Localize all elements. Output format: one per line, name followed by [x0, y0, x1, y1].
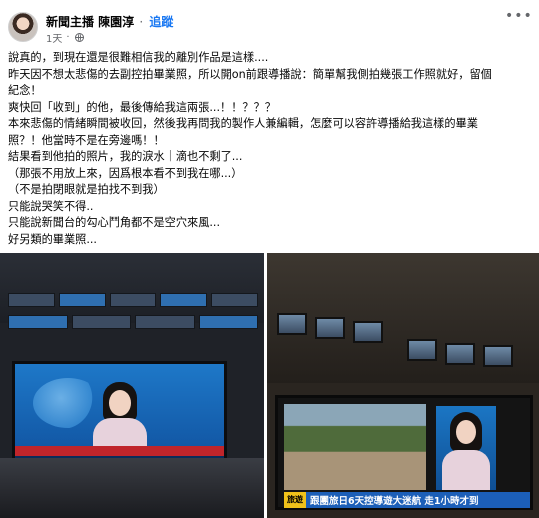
more-options-icon[interactable]: •••	[505, 9, 532, 30]
post-line: 爽快回「收到」的他，最後傳給我這兩張...！！？？？	[8, 100, 276, 114]
news-anchor	[436, 406, 496, 490]
mini-monitor	[8, 315, 68, 329]
post-line: 說真的，到現在還是很難相信我的離別作品是這樣....	[8, 51, 269, 64]
mini-monitor	[277, 313, 307, 335]
monitor-wall-row	[8, 315, 258, 329]
author-line: 新聞主播 陳園淳 · 追蹤	[46, 13, 173, 30]
post-line: 照？！他當時不是在旁邊嗎！！	[8, 133, 165, 147]
monitor-wall-row	[8, 293, 258, 307]
post-body: 說真的，到現在還是很難相信我的離別作品是這樣.... 昨天因不想太悲傷的去副控拍…	[8, 50, 533, 248]
post-line: 只能說哭笑不得..	[8, 199, 94, 213]
post-header: 新聞主播 陳園淳 · 追蹤 1天 · •••	[0, 0, 539, 46]
mini-monitor	[109, 293, 157, 307]
mini-monitor	[353, 321, 383, 343]
mini-monitor	[135, 315, 195, 329]
post-line: （不是拍閉眼就是拍找不到我）	[8, 183, 165, 196]
news-anchor	[93, 382, 147, 458]
mini-monitor	[211, 293, 258, 307]
photo-control-room-right[interactable]: 旅遊 跟團旅日6天控導遊大迷航 走1小時才到	[267, 253, 539, 518]
post-line: 結果看到他拍的照片，我的淚水｜滴也不剩了...	[8, 150, 243, 163]
post-line: 好另類的畢業照...	[8, 232, 97, 246]
studio-ceiling	[0, 253, 264, 323]
photo-control-room-left[interactable]	[0, 253, 264, 518]
post-line: 昨天因不想太悲傷的去副控拍畢業照，所以開on前跟導播說：簡單幫我側拍幾張工作照就…	[8, 67, 492, 81]
post-line: 只能說新聞台的勾心鬥角都不是空穴來風...	[8, 216, 221, 229]
mini-monitor	[483, 345, 513, 367]
mini-monitor	[445, 343, 475, 365]
mini-monitor	[8, 293, 55, 307]
news-broadcast-screen: 旅遊 跟團旅日6天控導遊大迷航 走1小時才到	[275, 395, 533, 510]
lower-third-bar	[15, 446, 224, 456]
headline-text: 跟團旅日6天控導遊大迷航 走1小時才到	[310, 496, 479, 507]
post-line: 本來悲傷的情緒瞬間被收回，然後我再問我的製作人兼編輯，怎麼可以容許導播給我這樣的…	[8, 117, 478, 130]
mini-monitor	[198, 315, 258, 329]
author-name[interactable]: 新聞主播 陳園淳	[46, 15, 134, 29]
mini-monitor	[160, 293, 208, 307]
post-meta: 1天 ·	[46, 30, 84, 45]
post-line: 紀念！	[8, 84, 42, 97]
park-footage	[284, 404, 426, 490]
globe-icon	[74, 33, 84, 42]
mini-monitor	[315, 317, 345, 339]
mini-monitor	[407, 339, 437, 361]
mini-monitor	[71, 315, 131, 329]
mini-monitor	[58, 293, 106, 307]
meta-separator: ·	[66, 32, 70, 43]
follow-button[interactable]: 追蹤	[149, 15, 173, 29]
news-broadcast-screen	[12, 361, 227, 473]
post-line: （那張不用放上來，因爲根本看不到我在哪...）	[8, 166, 243, 180]
headline-tag: 旅遊	[284, 492, 306, 508]
post-time[interactable]: 1天	[46, 30, 62, 45]
photo-grid: 旅遊 跟團旅日6天控導遊大迷航 走1小時才到	[0, 253, 539, 518]
separator-dot: ·	[139, 15, 144, 29]
news-headline-bar: 旅遊 跟團旅日6天控導遊大迷航 走1小時才到	[284, 492, 530, 508]
avatar[interactable]	[8, 12, 38, 42]
control-desk	[0, 458, 264, 518]
